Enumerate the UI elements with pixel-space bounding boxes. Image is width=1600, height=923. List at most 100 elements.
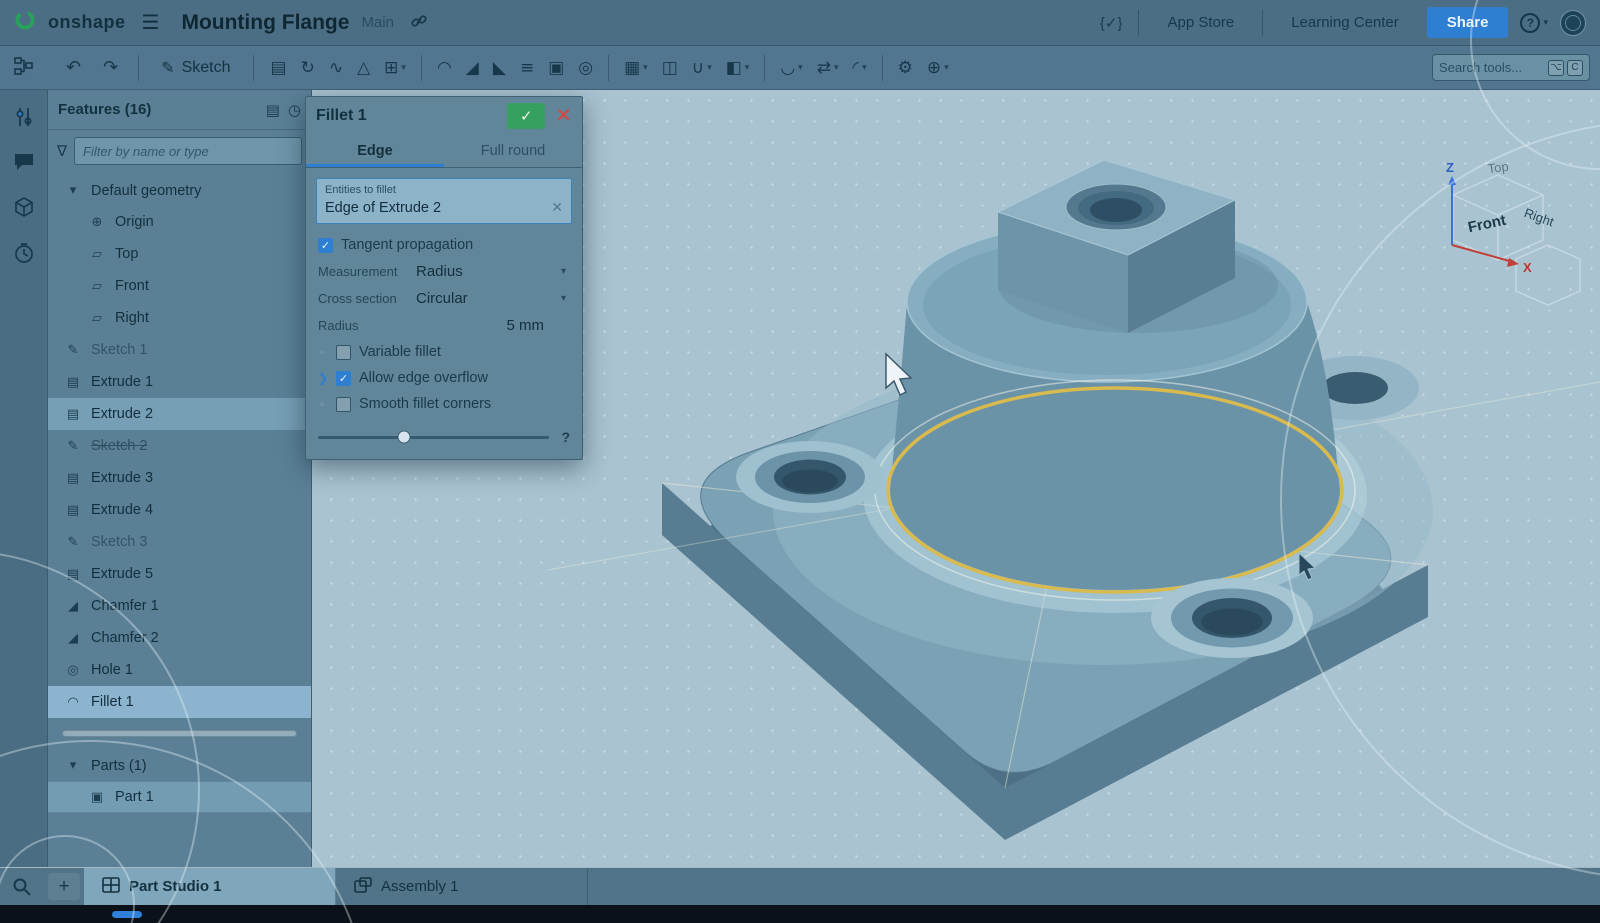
- featurescript-button[interactable]: ⚙: [893, 53, 918, 83]
- feature-item-extrude-1[interactable]: ▤Extrude 1: [48, 366, 311, 398]
- variable-fillet-row[interactable]: ▸ Variable fillet: [306, 339, 582, 365]
- modify-fillet-button[interactable]: ◜▾: [847, 53, 871, 83]
- feature-item-fillet-1[interactable]: ◠Fillet 1: [48, 686, 311, 718]
- rollback-bar[interactable]: [62, 730, 297, 737]
- linear-pattern-button[interactable]: ▦▾: [619, 53, 653, 83]
- sketch-button[interactable]: ✎ Sketch: [151, 53, 240, 83]
- feature-item-chamfer-2[interactable]: ◢Chamfer 2: [48, 622, 311, 654]
- remove-entity-icon[interactable]: ✕: [551, 199, 563, 216]
- smooth-fillet-corners-row[interactable]: ▸ Smooth fillet corners: [306, 391, 582, 417]
- undo-button[interactable]: ↶: [58, 57, 89, 78]
- branch-name[interactable]: Main: [361, 14, 394, 31]
- search-tools-box[interactable]: ⌥C: [1432, 54, 1590, 81]
- help-menu[interactable]: ? ▾: [1520, 13, 1548, 33]
- variable-fillet-checkbox[interactable]: [336, 345, 351, 360]
- entities-to-fillet-field[interactable]: Entities to fillet Edge of Extrude 2 ✕: [316, 178, 572, 224]
- allow-edge-overflow-checkbox[interactable]: ✓: [336, 371, 351, 386]
- move-face-button[interactable]: ⇄▾: [812, 53, 844, 83]
- tab-full-round[interactable]: Full round: [444, 135, 582, 167]
- filter-funnel-icon[interactable]: ∇: [57, 142, 67, 160]
- cancel-button[interactable]: ✕: [555, 106, 572, 126]
- history-icon[interactable]: [13, 242, 35, 264]
- fillet-button[interactable]: ◠: [432, 53, 457, 83]
- loft-button[interactable]: △: [352, 53, 375, 83]
- feature-item-default-geometry[interactable]: ▾Default geometry: [48, 174, 311, 206]
- redo-button[interactable]: ↷: [95, 57, 126, 78]
- draft-button[interactable]: ◣: [488, 53, 511, 83]
- split-button[interactable]: ◧▾: [721, 53, 755, 83]
- comment-icon[interactable]: [13, 152, 35, 172]
- offset-surface-button[interactable]: ◡▾: [775, 53, 807, 83]
- chevron-down-icon[interactable]: ▾: [561, 266, 570, 277]
- split-caret-icon[interactable]: ▾: [745, 62, 750, 73]
- brand-name[interactable]: onshape: [48, 12, 126, 33]
- tab-assembly[interactable]: Assembly 1: [336, 868, 588, 905]
- chevron-right-icon[interactable]: ▸: [318, 347, 328, 358]
- thicken-caret-icon[interactable]: ▾: [401, 62, 406, 73]
- panel-toggle-icon[interactable]: ▤: [266, 101, 280, 119]
- shell-button[interactable]: ▣: [543, 53, 569, 83]
- onshape-logo-icon[interactable]: [14, 9, 36, 36]
- feature-item-extrude-4[interactable]: ▤Extrude 4: [48, 494, 311, 526]
- boolean-button[interactable]: ∪▾: [687, 53, 717, 83]
- feature-item-extrude-5[interactable]: ▤Extrude 5: [48, 558, 311, 590]
- feature-item-right[interactable]: ▱Right: [48, 302, 311, 334]
- offset-surface-caret-icon[interactable]: ▾: [798, 62, 803, 73]
- rib-button[interactable]: ≡: [515, 53, 539, 83]
- bolt-hole[interactable]: [1322, 372, 1388, 404]
- configurations-icon[interactable]: [14, 106, 34, 128]
- add-tab-button[interactable]: +: [48, 873, 80, 900]
- feature-item-hole-1[interactable]: ◎Hole 1: [48, 654, 311, 686]
- magnifier-icon[interactable]: [0, 868, 44, 905]
- feature-list-toggle-icon[interactable]: [10, 55, 38, 81]
- viewcube-right-label[interactable]: Right: [1522, 205, 1556, 230]
- boolean-caret-icon[interactable]: ▾: [707, 62, 712, 73]
- confirm-button[interactable]: ✓: [507, 103, 545, 129]
- feature-item-front[interactable]: ▱Front: [48, 270, 311, 302]
- mirror-button[interactable]: ◫: [657, 53, 683, 83]
- dialog-help-icon[interactable]: ?: [561, 429, 570, 445]
- learning-center-link[interactable]: Learning Center: [1275, 14, 1415, 31]
- viewcube-top-label[interactable]: Top: [1487, 159, 1510, 177]
- bolt-boss-left[interactable]: [736, 441, 884, 513]
- view-cube[interactable]: Z X Front Right Top: [1348, 130, 1598, 330]
- app-store-link[interactable]: App Store: [1151, 14, 1250, 31]
- feature-item-extrude-3[interactable]: ▤Extrude 3: [48, 462, 311, 494]
- feature-item-sketch-1[interactable]: ✎Sketch 1: [48, 334, 311, 366]
- revolve-button[interactable]: ↻: [296, 53, 320, 83]
- feature-item-sketch-2[interactable]: ✎Sketch 2: [48, 430, 311, 462]
- chevron-down-icon[interactable]: ▾: [561, 293, 570, 304]
- chevron-right-icon[interactable]: ❯: [318, 371, 328, 385]
- tangent-propagation-row[interactable]: ✓ Tangent propagation: [306, 232, 582, 258]
- search-tools-input[interactable]: [1439, 60, 1543, 75]
- feature-item-parts-1-[interactable]: ▾Parts (1): [48, 749, 311, 781]
- stopwatch-icon[interactable]: ◷: [288, 101, 301, 119]
- avatar[interactable]: [1560, 10, 1586, 36]
- extrude-button[interactable]: ▤: [266, 53, 292, 83]
- feature-item-chamfer-1[interactable]: ◢Chamfer 1: [48, 590, 311, 622]
- hole-button[interactable]: ◎: [573, 53, 598, 83]
- display-states-icon[interactable]: [13, 196, 35, 218]
- cross-section-select[interactable]: Circular: [416, 290, 553, 307]
- share-button[interactable]: Share: [1427, 7, 1509, 38]
- move-face-caret-icon[interactable]: ▾: [834, 62, 839, 73]
- feature-item-extrude-2[interactable]: ▤Extrude 2: [48, 398, 311, 430]
- radius-input[interactable]: [480, 317, 570, 334]
- bolt-boss-right[interactable]: [1151, 578, 1313, 658]
- slider-track[interactable]: [318, 436, 549, 439]
- modify-fillet-caret-icon[interactable]: ▾: [862, 62, 867, 73]
- linear-pattern-caret-icon[interactable]: ▾: [643, 62, 648, 73]
- measurement-select[interactable]: Radius: [416, 263, 553, 280]
- mate-connector-caret-icon[interactable]: ▾: [944, 62, 949, 73]
- link-icon[interactable]: [406, 10, 432, 36]
- sweep-button[interactable]: ∿: [324, 53, 348, 83]
- feature-item-top[interactable]: ▱Top: [48, 238, 311, 270]
- tab-edge[interactable]: Edge: [306, 135, 444, 167]
- feature-item-part-1[interactable]: ▣Part 1: [48, 781, 311, 813]
- slider-knob[interactable]: [397, 431, 410, 444]
- chamfer-button[interactable]: ◢: [461, 53, 484, 83]
- smooth-fillet-corners-checkbox[interactable]: [336, 397, 351, 412]
- tangent-propagation-checkbox[interactable]: ✓: [318, 238, 333, 253]
- thicken-button[interactable]: ⊞▾: [379, 53, 411, 83]
- tab-part-studio[interactable]: Part Studio 1: [84, 868, 336, 905]
